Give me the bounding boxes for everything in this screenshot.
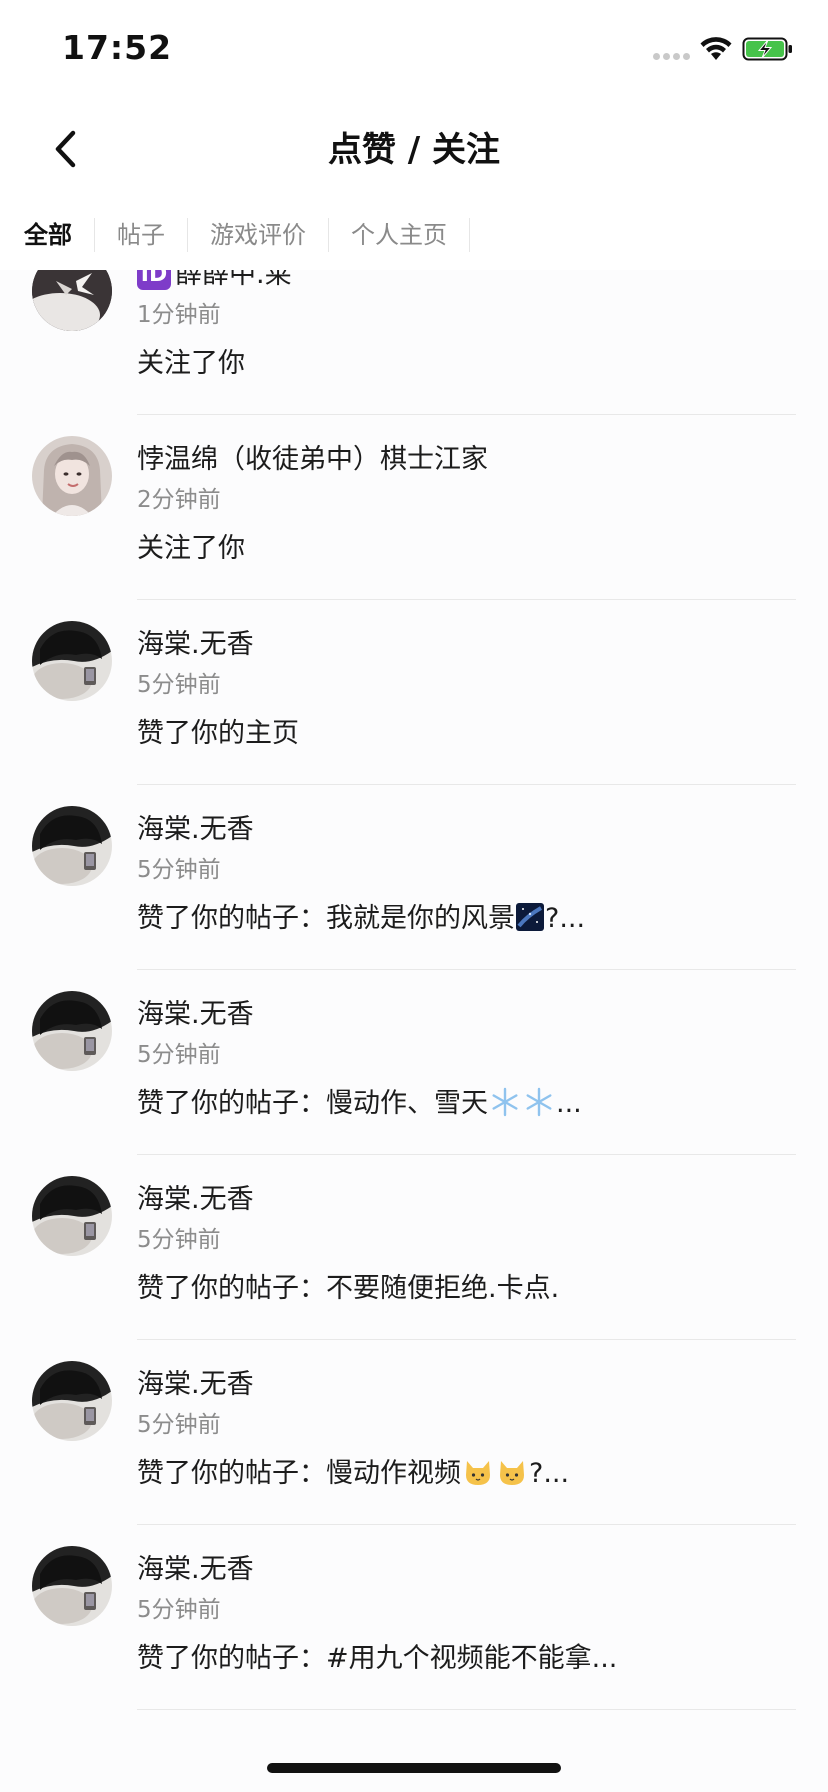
timestamp: 5分钟前 (137, 1227, 221, 1253)
avatar[interactable] (32, 436, 112, 516)
username[interactable]: 悖温绵（收徒弟中）棋士江家 (137, 437, 488, 476)
notification-text: 关注了你 (137, 533, 245, 564)
username[interactable]: 海棠.无香 (137, 992, 254, 1031)
page-title: 点赞 / 关注 (327, 130, 501, 170)
avatar[interactable] (32, 806, 112, 886)
navigation-bar: 点赞 / 关注 (0, 100, 828, 200)
tab-game-reviews[interactable]: 游戏评价 (188, 218, 329, 252)
username[interactable]: 海棠.无香 (137, 1362, 254, 1401)
timestamp: 5分钟前 (137, 1597, 221, 1623)
list-item[interactable]: 海棠.无香 5分钟前 赞了你的帖子：慢动作视频 ?... (0, 1340, 828, 1525)
tab-profile[interactable]: 个人主页 (329, 218, 470, 252)
dark-avatar-icon (32, 1176, 112, 1256)
cat-emoji-icon (466, 1461, 490, 1485)
wifi-icon (700, 37, 732, 60)
dark-avatar-icon (32, 621, 112, 701)
notification-text: 赞了你的帖子：我就是你的风景 ?... (137, 903, 586, 934)
id-badge-icon: ID (137, 270, 171, 290)
avatar[interactable] (32, 1176, 112, 1256)
home-indicator[interactable] (267, 1763, 561, 1773)
white-figure-avatar-icon (32, 270, 112, 331)
username[interactable]: 海棠.无香 (137, 622, 254, 661)
username[interactable]: 海棠.无香 (137, 807, 254, 846)
signal-icon (653, 53, 690, 60)
tab-posts[interactable]: 帖子 (95, 218, 188, 252)
filter-tabs: 全部 帖子 游戏评价 个人主页 (0, 200, 828, 270)
snowflake-emoji-icon (492, 1087, 518, 1117)
status-time: 17:52 (62, 28, 173, 67)
galaxy-emoji-icon (516, 903, 544, 931)
timestamp: 5分钟前 (137, 672, 221, 698)
list-item[interactable]: 海棠.无香 5分钟前 赞了你的帖子：#用九个视频能不能拿... (0, 1525, 828, 1710)
notification-list[interactable]: ID 薛薛中.莱 1分钟前 关注了你 悖温绵（收徒弟中）棋士江家 2分钟前 关注… (0, 270, 828, 1720)
notification-text: 赞了你的帖子：慢动作视频 ?... (137, 1458, 570, 1489)
list-item[interactable]: 海棠.无香 5分钟前 赞了你的帖子：我就是你的风景 ?... (0, 785, 828, 970)
notification-text: 赞了你的帖子：#用九个视频能不能拿... (137, 1643, 618, 1674)
notification-text: 赞了你的主页 (137, 718, 299, 749)
avatar[interactable] (32, 621, 112, 701)
tab-all[interactable]: 全部 (0, 218, 95, 252)
avatar[interactable] (32, 1361, 112, 1441)
dark-avatar-icon (32, 1546, 112, 1626)
notification-text: 赞了你的帖子：不要随便拒绝.卡点. (137, 1273, 560, 1304)
status-bar: 17:52 (0, 0, 828, 100)
cat-emoji-icon (500, 1461, 524, 1485)
screen: 17:52 点赞 / 关注 全部 帖子 游戏评价 个人主页 ID 薛薛中.莱 1… (0, 0, 828, 1792)
snowflake-emoji-icon (526, 1087, 552, 1117)
battery-charging-icon (742, 37, 792, 61)
list-item[interactable]: ID 薛薛中.莱 1分钟前 关注了你 (0, 270, 828, 415)
divider (137, 1709, 796, 1710)
timestamp: 1分钟前 (137, 302, 221, 328)
notification-text: 关注了你 (137, 348, 245, 379)
dark-avatar-icon (32, 1361, 112, 1441)
username[interactable]: 海棠.无香 (137, 1177, 254, 1216)
timestamp: 5分钟前 (137, 1412, 221, 1438)
list-item[interactable]: 海棠.无香 5分钟前 赞了你的帖子：不要随便拒绝.卡点. (0, 1155, 828, 1340)
list-item[interactable]: 海棠.无香 5分钟前 赞了你的帖子：慢动作、雪天 ... (0, 970, 828, 1155)
avatar[interactable] (32, 1546, 112, 1626)
notification-text: 赞了你的帖子：慢动作、雪天 ... (137, 1087, 582, 1119)
username[interactable]: ID 薛薛中.莱 (137, 270, 292, 291)
list-item[interactable]: 悖温绵（收徒弟中）棋士江家 2分钟前 关注了你 (0, 415, 828, 600)
list-item[interactable]: 海棠.无香 5分钟前 赞了你的主页 (0, 600, 828, 785)
avatar[interactable] (32, 270, 112, 331)
dark-avatar-icon (32, 991, 112, 1071)
timestamp: 5分钟前 (137, 1042, 221, 1068)
timestamp: 2分钟前 (137, 487, 221, 513)
girl-avatar-icon (32, 436, 112, 516)
username[interactable]: 海棠.无香 (137, 1547, 254, 1586)
dark-avatar-icon (32, 806, 112, 886)
avatar[interactable] (32, 991, 112, 1071)
timestamp: 5分钟前 (137, 857, 221, 883)
